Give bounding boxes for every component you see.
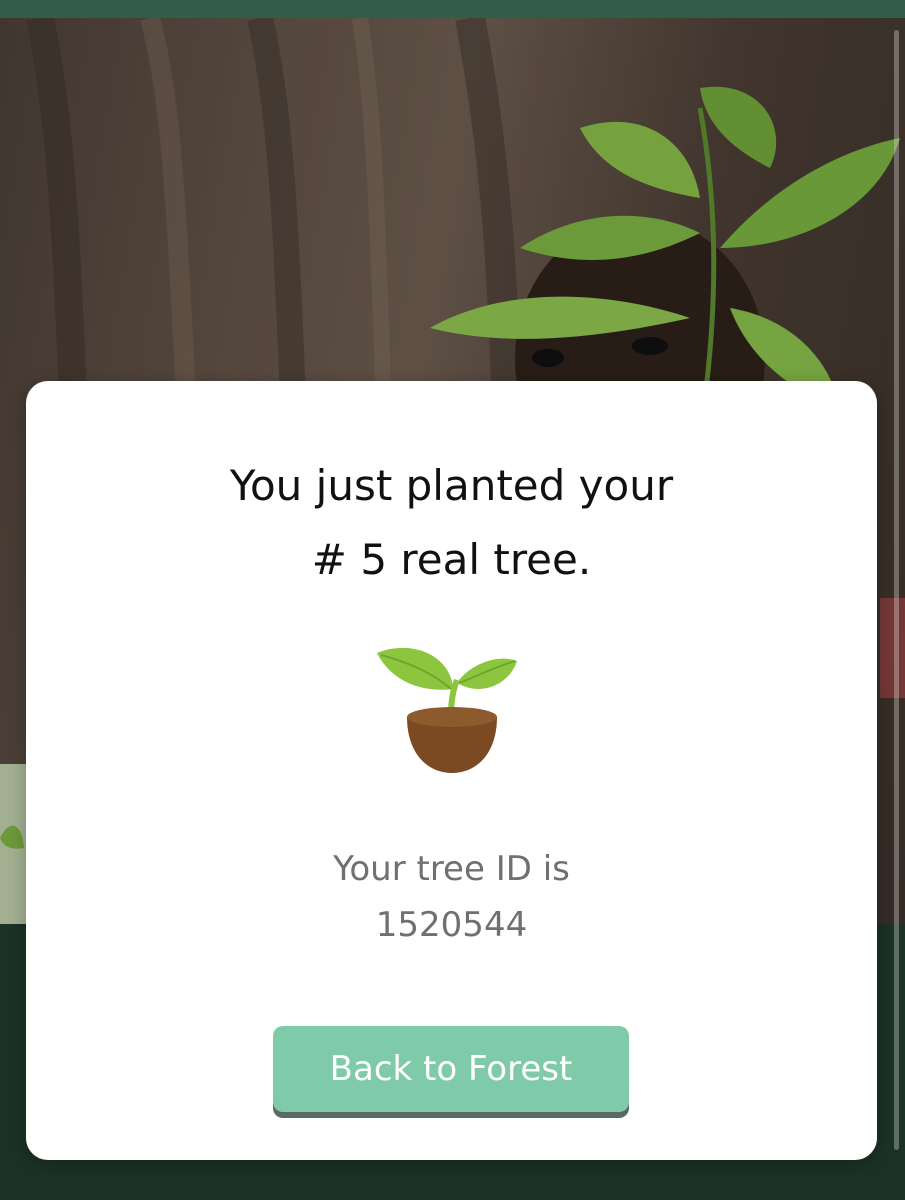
tree-id-label: Your tree ID is: [333, 849, 570, 889]
tree-id-value: 1520544: [375, 905, 528, 945]
dialog-title-line-2: # 5 real tree.: [311, 535, 592, 584]
back-to-forest-button[interactable]: Back to Forest: [273, 1026, 629, 1112]
sapling-icon: [371, 645, 531, 789]
app-screen: You just planted your # 5 real tree. You…: [0, 0, 905, 1200]
planted-tree-dialog: You just planted your # 5 real tree. You…: [26, 381, 877, 1160]
dialog-title-line-1: You just planted your: [229, 461, 674, 510]
dialog-title: You just planted your # 5 real tree.: [26, 449, 877, 597]
